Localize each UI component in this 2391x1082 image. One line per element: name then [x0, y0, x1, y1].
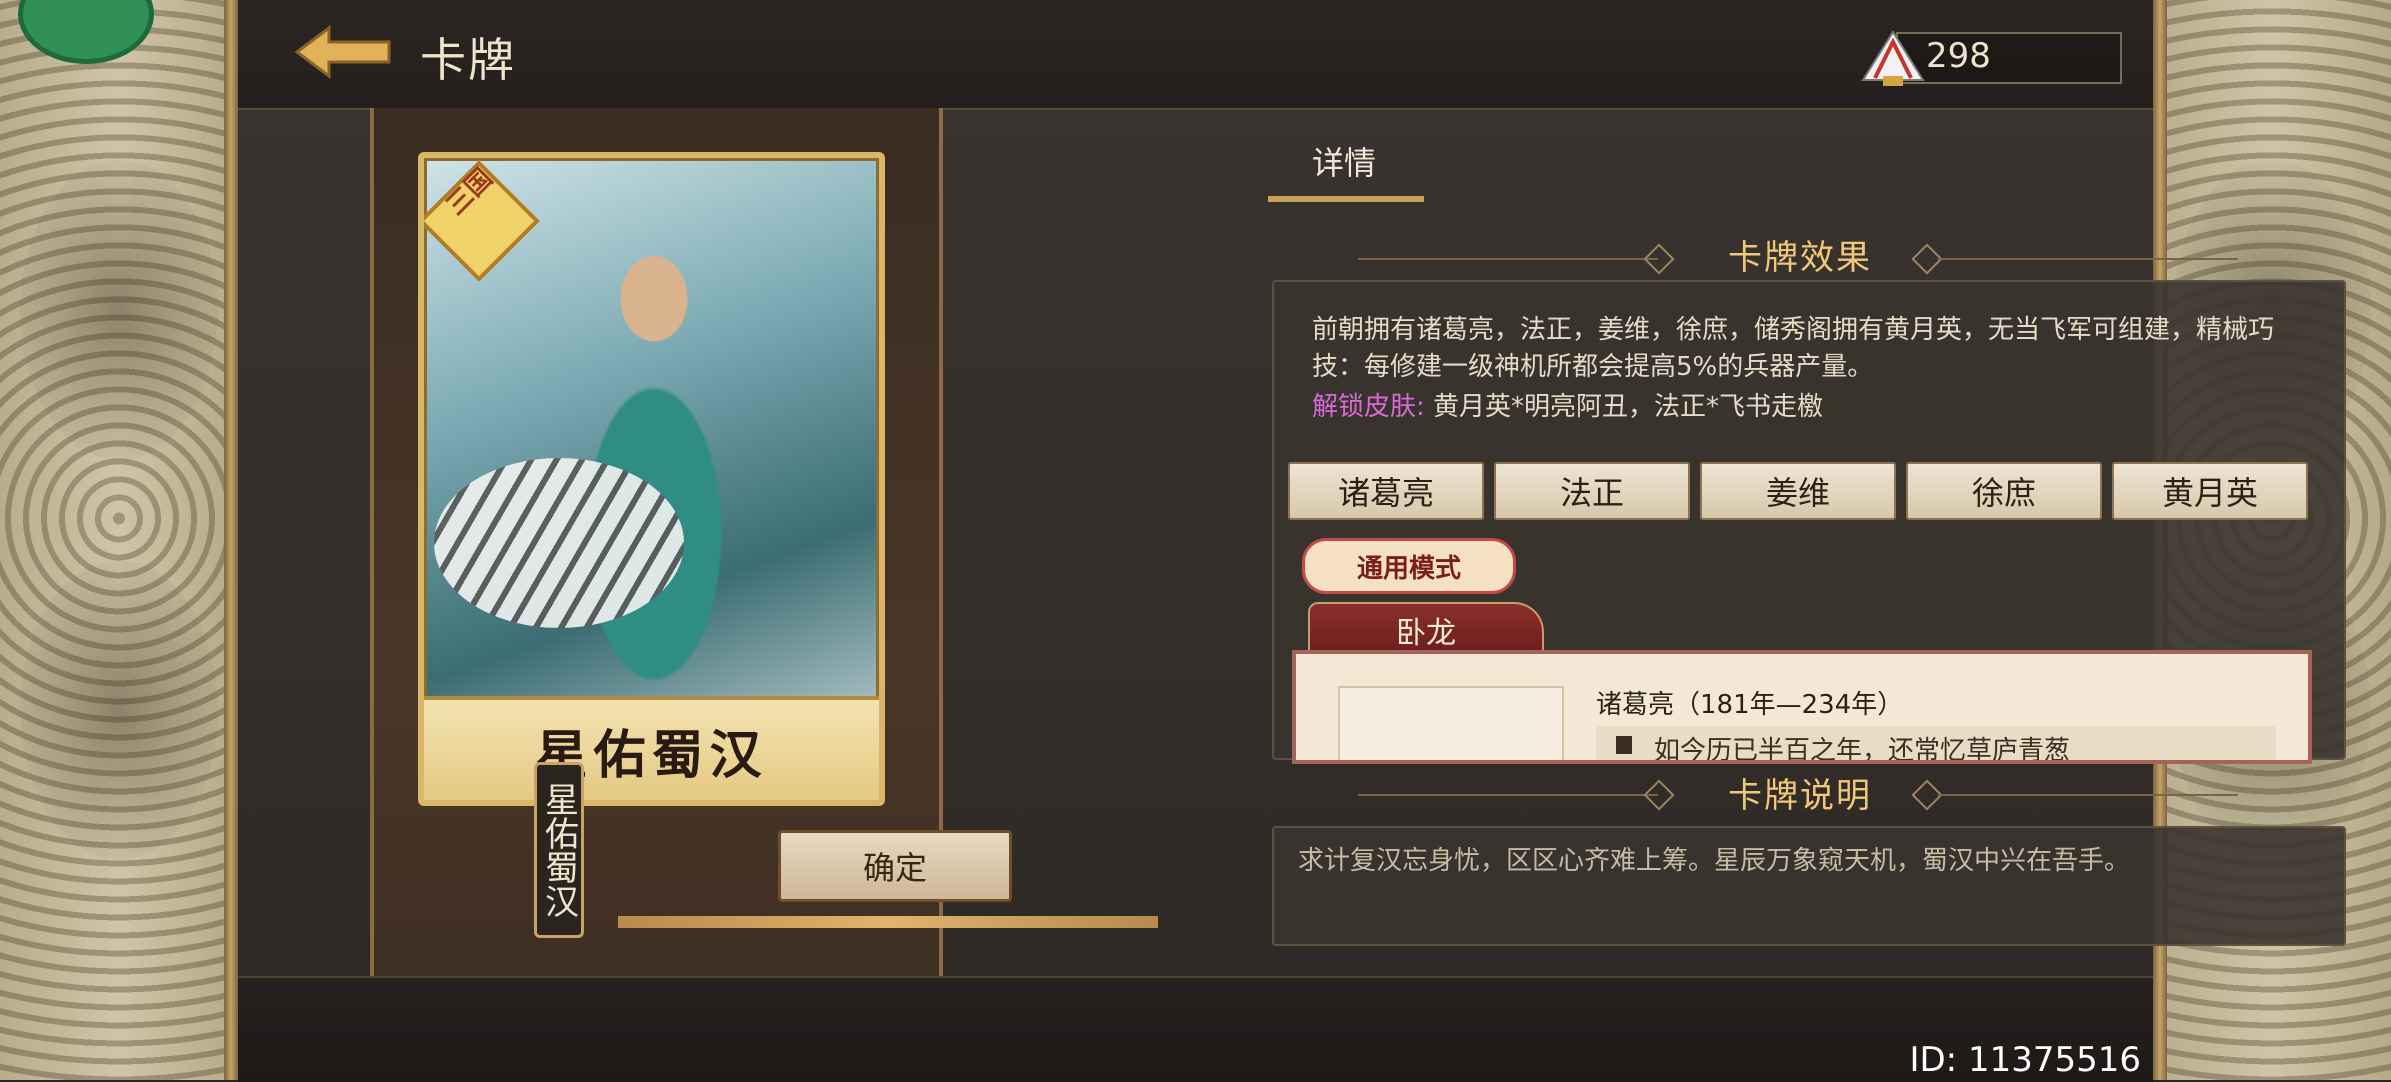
feather-fan-art	[434, 458, 684, 628]
back-button[interactable]	[293, 22, 393, 82]
currency-value: 298	[1926, 36, 1991, 76]
section-divider	[1358, 794, 1658, 796]
unlock-skin-value: 黄月英*明亮阿丑，法正*飞书走檄	[1433, 392, 1824, 422]
tab-wolong[interactable]: 卧龙	[1308, 602, 1544, 656]
card-description-box: 求计复汉忘身忧，区区心齐难上筹。星辰万象窥天机，蜀汉中兴在吾手。	[1272, 826, 2346, 946]
card-description-text: 求计复汉忘身忧，区区心齐难上筹。星辰万象窥天机，蜀汉中兴在吾手。	[1298, 846, 2131, 876]
character-card: 三国 星佑蜀汉	[418, 152, 885, 806]
hero-button-fa-zheng[interactable]: 法正	[1494, 462, 1690, 520]
back-arrow-icon	[294, 25, 391, 79]
divider-ornament	[1643, 779, 1675, 811]
left-decorative-panel	[0, 0, 238, 1080]
card-vertical-label: 星佑蜀汉	[534, 762, 584, 938]
card-vertical-label-text: 星佑蜀汉	[538, 782, 579, 918]
voice-line-button[interactable]: 如今历已半百之年，还常忆草庐青葱	[1596, 726, 2276, 764]
dragon-pattern	[20, 160, 218, 460]
bio-title: 诸葛亮（181年—234年）	[1596, 690, 1904, 720]
card-description-title: 卡牌说明	[1728, 776, 1872, 816]
speaker-icon	[1616, 736, 1632, 754]
details-tab-underline	[1268, 196, 1424, 202]
bio-portrait-slot	[1338, 686, 1564, 760]
dragon-pattern	[20, 560, 218, 860]
page-title: 卡牌	[420, 33, 516, 87]
divider-ornament	[1643, 243, 1675, 275]
section-divider	[1938, 794, 2238, 796]
mode-tag: 通用模式	[1302, 538, 1516, 594]
card-nameplate: 星佑蜀汉	[424, 696, 879, 800]
confirm-button[interactable]: 确定	[778, 830, 1012, 902]
section-divider	[1358, 258, 1658, 260]
section-divider	[1938, 258, 2238, 260]
card-bottom-bar	[618, 916, 1158, 928]
top-bar: 卡牌 298	[238, 0, 2153, 110]
tab-details[interactable]: 详情	[1312, 138, 1376, 184]
character-bio-panel: 诸葛亮（181年—234年） 如今历已半百之年，还常忆草庐青葱	[1292, 650, 2312, 764]
hero-button-zhuge-liang[interactable]: 诸葛亮	[1288, 462, 1484, 520]
voice-line-text: 如今历已半百之年，还常忆草庐青葱	[1654, 736, 2071, 764]
feather-fan-icon	[1853, 20, 1931, 90]
card-effect-title: 卡牌效果	[1728, 238, 1872, 278]
bottom-bar	[238, 976, 2153, 1082]
card-effect-text: 前朝拥有诸葛亮，法正，姜维，徐庶，储秀阁拥有黄月英，无当飞军可组建，精械巧技：每…	[1312, 315, 2275, 382]
unlock-skin-line: 解锁皮肤: 黄月英*明亮阿丑，法正*飞书走檄	[1312, 386, 1823, 423]
main-frame: 卡牌 298 三国 星佑蜀汉 星佑蜀汉 确定 详情 卡牌效果 前朝拥有诸葛亮，法…	[238, 0, 2346, 1080]
hero-button-xu-shu[interactable]: 徐庶	[1906, 462, 2102, 520]
hero-button-huang-yueying[interactable]: 黄月英	[2112, 462, 2308, 520]
user-id: ID: 11375516	[1909, 1040, 2141, 1080]
unlock-skin-label: 解锁皮肤:	[1312, 392, 1425, 422]
hero-button-jiang-wei[interactable]: 姜维	[1700, 462, 1896, 520]
